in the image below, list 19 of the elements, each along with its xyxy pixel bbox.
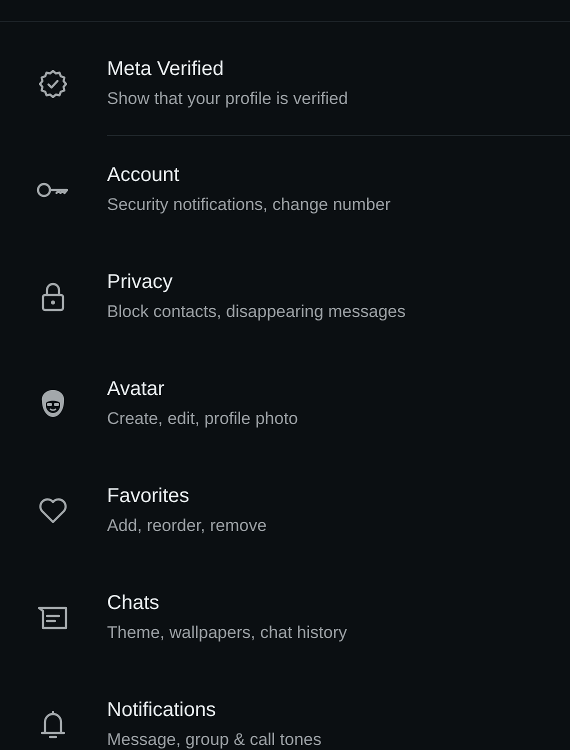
setting-description: Create, edit, profile photo — [107, 408, 298, 430]
lock-icon — [40, 282, 64, 312]
heart-icon — [38, 496, 68, 524]
setting-title[interactable]: Notifications — [107, 698, 322, 722]
setting-description: Show that your profile is verified — [107, 88, 348, 110]
setting-title[interactable]: Avatar — [107, 377, 298, 401]
setting-title[interactable]: Account — [107, 163, 390, 187]
setting-description: Message, group & call tones — [107, 729, 322, 750]
chat-icon — [36, 604, 68, 630]
setting-title[interactable]: Favorites — [107, 484, 267, 508]
setting-description: Security notifications, change number — [107, 194, 390, 216]
setting-description: Add, reorder, remove — [107, 515, 267, 537]
setting-description: Block contacts, disappearing messages — [107, 301, 406, 323]
setting-title[interactable]: Meta Verified — [107, 57, 348, 81]
bell-icon — [40, 710, 66, 740]
setting-title[interactable]: Privacy — [107, 270, 406, 294]
verified-badge-icon — [38, 70, 66, 98]
setting-description: Theme, wallpapers, chat history — [107, 622, 347, 644]
setting-title[interactable]: Chats — [107, 591, 347, 615]
